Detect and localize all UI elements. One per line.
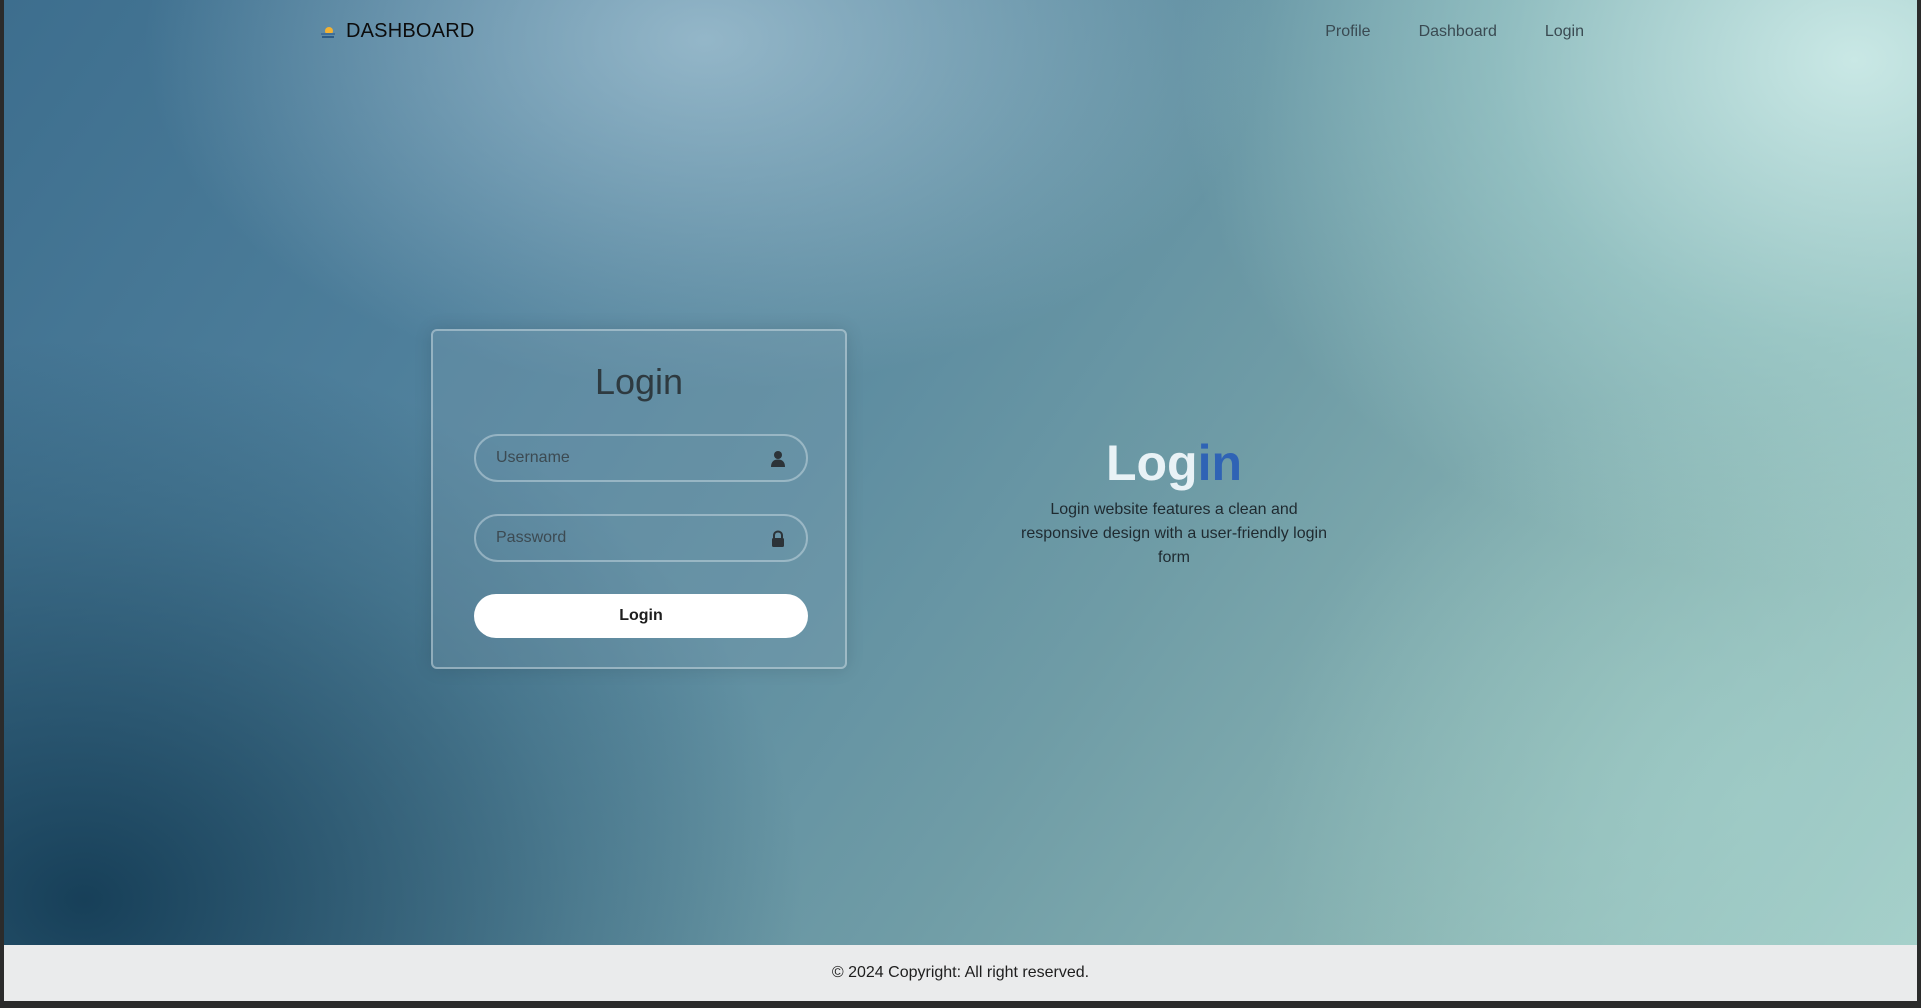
login-card-title: Login — [594, 361, 684, 402]
lock-icon — [770, 530, 786, 548]
nav-link-dashboard[interactable]: Dashboard — [1419, 23, 1497, 41]
username-input[interactable] — [476, 436, 806, 480]
brand[interactable]: DASHBOARD — [320, 20, 475, 43]
promo-heading: Login — [984, 430, 1364, 496]
brand-title: DASHBOARD — [346, 20, 475, 42]
login-card: Login Login — [431, 329, 847, 669]
copyright-text: © 2024 Copyright: All right reserved. — [831, 964, 1090, 981]
sun-over-water-logo-icon — [320, 25, 336, 39]
nav-links: Profile Dashboard Login — [1325, 23, 1584, 41]
promo-description: Login website features a clean and respo… — [1021, 501, 1327, 566]
login-submit-button[interactable]: Login — [474, 594, 808, 638]
nav-link-profile[interactable]: Profile — [1325, 23, 1370, 41]
username-field-wrapper — [474, 434, 808, 482]
user-icon — [770, 450, 786, 468]
promo-heading-part-b: in — [1197, 435, 1243, 491]
password-input[interactable] — [476, 516, 806, 560]
hero-background: DASHBOARD Profile Dashboard Login Login — [4, 0, 1917, 945]
nav-link-login[interactable]: Login — [1545, 23, 1584, 41]
promo-section: Login Login website features a clean and… — [984, 430, 1364, 586]
promo-heading-part-a: Log — [1105, 435, 1198, 491]
password-field-wrapper — [474, 514, 808, 562]
browser-viewport: DASHBOARD Profile Dashboard Login Login — [4, 0, 1917, 1001]
navbar: DASHBOARD Profile Dashboard Login — [4, 0, 1917, 66]
footer: © 2024 Copyright: All right reserved. — [4, 945, 1917, 1001]
